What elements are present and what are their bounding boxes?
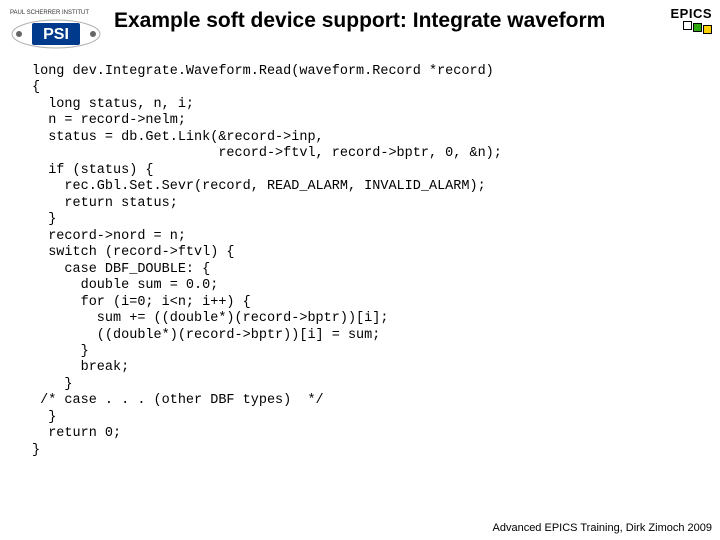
slide-title: Example soft device support: Integrate w… xyxy=(114,6,670,33)
logo-top-text: PAUL SCHERRER INSTITUT xyxy=(10,10,89,16)
logo-block-text: PSI xyxy=(43,26,69,43)
epics-badge: EPICS xyxy=(670,6,712,32)
slide-footer: Advanced EPICS Training, Dirk Zimoch 200… xyxy=(493,522,713,534)
psi-logo: PAUL SCHERRER INSTITUT PSI xyxy=(8,6,104,52)
slide-header: PAUL SCHERRER INSTITUT PSI Example soft … xyxy=(0,0,720,56)
epics-squares-icon xyxy=(670,23,712,32)
code-block: long dev.Integrate.Waveform.Read(wavefor… xyxy=(0,56,720,459)
epics-label: EPICS xyxy=(670,6,712,21)
